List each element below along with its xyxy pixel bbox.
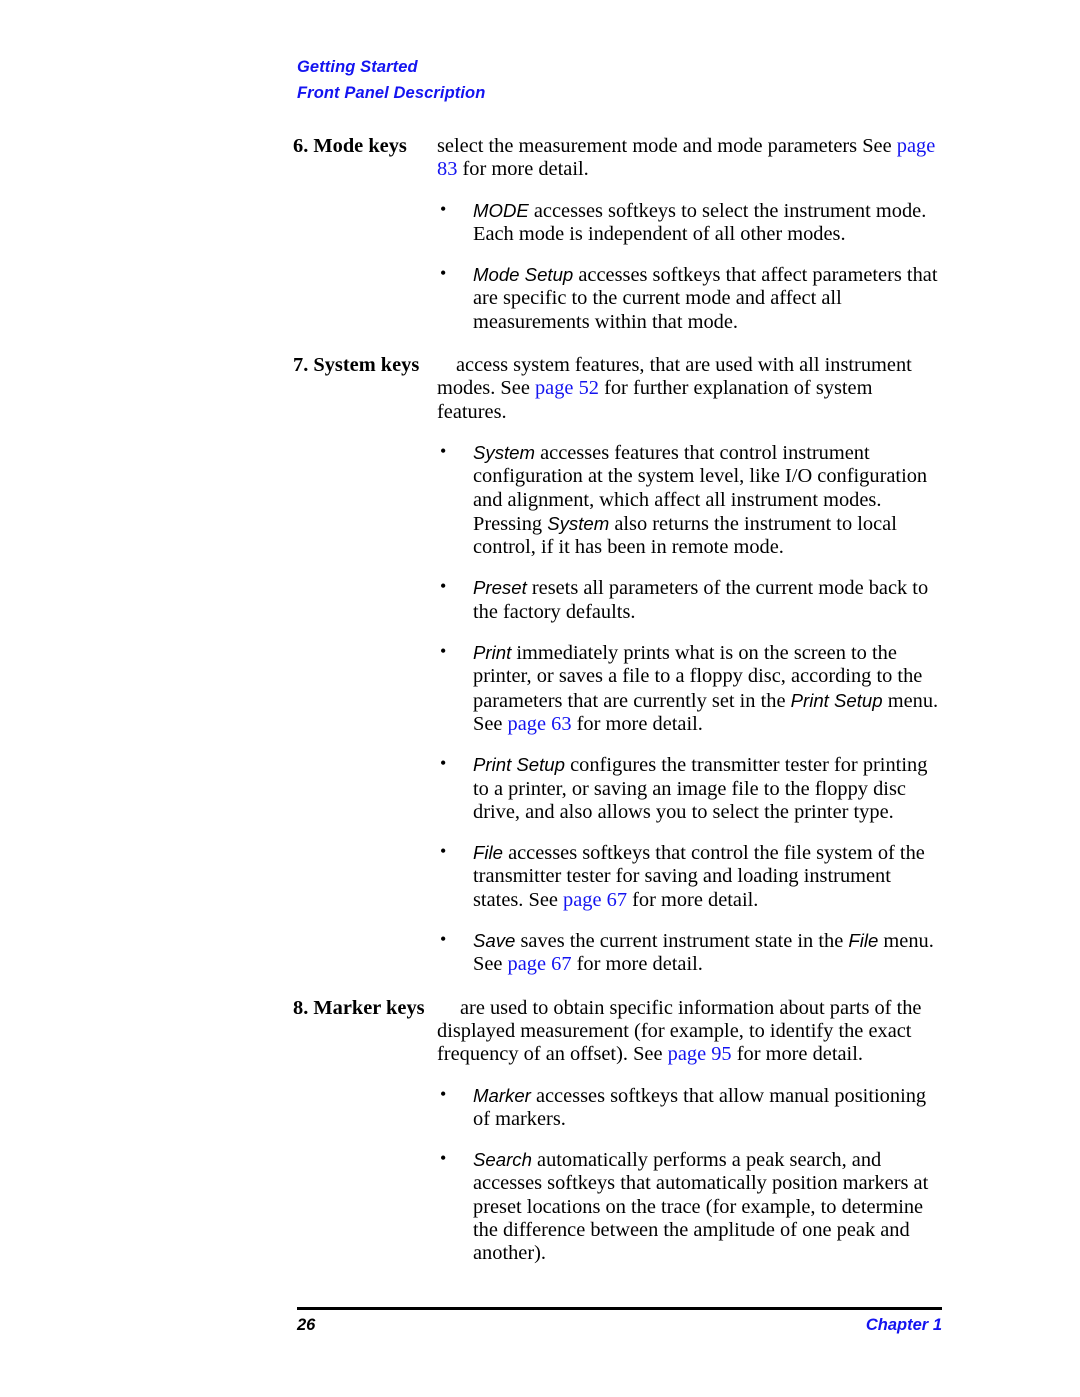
bullet-dot-icon: • bbox=[440, 1083, 447, 1104]
desc-text: select the measurement mode and mode par… bbox=[437, 135, 897, 157]
numbered-item-system-keys: 7. System keys access system features, t… bbox=[293, 354, 943, 424]
bullet-text-tail: for more detail. bbox=[627, 888, 759, 911]
key-name-second: System bbox=[547, 512, 610, 534]
list-item: • MODE accesses softkeys to select the in… bbox=[440, 199, 941, 247]
list-item: • Print Setup configures the transmitter … bbox=[440, 753, 941, 824]
key-name: Save bbox=[473, 930, 516, 952]
bullet-dot-icon: • bbox=[440, 641, 447, 662]
key-name: System bbox=[473, 441, 535, 463]
desc-text-tail: for more detail. bbox=[457, 158, 589, 181]
desc-text-tail: for more detail. bbox=[731, 1043, 863, 1066]
list-item: • Search automatically performs a peak se… bbox=[440, 1148, 941, 1265]
page-link[interactable]: page 63 bbox=[508, 713, 572, 735]
bullet-dot-icon: • bbox=[440, 753, 447, 774]
list-item: • File accesses softkeys that control the… bbox=[440, 841, 941, 912]
key-name: Search bbox=[473, 1149, 532, 1171]
document-page: Getting Started Front Panel Description … bbox=[0, 0, 1080, 1397]
list-item: • Marker accesses softkeys that allow man… bbox=[440, 1084, 941, 1132]
list-item: • Save saves the current instrument state… bbox=[440, 929, 941, 977]
body-column: 6. Mode keys select the measurement mode… bbox=[293, 135, 943, 1266]
numbered-item-mode-keys: 6. Mode keys select the measurement mode… bbox=[293, 135, 943, 182]
footer-page-number: 26 bbox=[297, 1316, 316, 1334]
key-name: Mode Setup bbox=[473, 264, 574, 286]
header-line-section: Getting Started bbox=[297, 58, 418, 76]
bullet-dot-icon: • bbox=[440, 841, 447, 862]
item-description-system-keys: access system features, that are used wi… bbox=[437, 354, 943, 424]
bullet-text: accesses softkeys that allow manual posi… bbox=[473, 1084, 927, 1130]
item-label-mode-keys: 6. Mode keys bbox=[293, 135, 407, 157]
footer-divider bbox=[297, 1307, 942, 1310]
bullet-text: automatically performs a peak search, an… bbox=[473, 1149, 929, 1265]
bullet-text-tail: for more detail. bbox=[571, 712, 703, 735]
key-name: Marker bbox=[473, 1084, 531, 1106]
bullet-dot-icon: • bbox=[440, 440, 447, 461]
bullet-text: resets all parameters of the current mod… bbox=[473, 577, 929, 623]
key-name: Print Setup bbox=[473, 754, 565, 776]
page-link[interactable]: page 67 bbox=[508, 953, 572, 975]
bullet-list-marker-keys: • Marker accesses softkeys that allow man… bbox=[293, 1084, 943, 1266]
item-description-mode-keys: select the measurement mode and mode par… bbox=[437, 135, 943, 182]
key-name: Preset bbox=[473, 577, 527, 599]
page-link[interactable]: page 52 bbox=[535, 377, 599, 399]
bullet-list-system-keys: • System accesses features that control i… bbox=[293, 441, 943, 977]
bullet-text: accesses softkeys to select the instrume… bbox=[473, 199, 927, 245]
bullet-dot-icon: • bbox=[440, 929, 447, 950]
bullet-dot-icon: • bbox=[440, 576, 447, 597]
list-item: • Preset resets all parameters of the cur… bbox=[440, 576, 941, 624]
bullet-text: saves the current instrument state in th… bbox=[515, 930, 849, 953]
list-item: • System accesses features that control i… bbox=[440, 441, 941, 559]
bullet-list-mode-keys: • MODE accesses softkeys to select the in… bbox=[293, 199, 943, 334]
key-name: File bbox=[473, 842, 503, 864]
header-line-subsection: Front Panel Description bbox=[297, 84, 486, 102]
page-link[interactable]: page 95 bbox=[668, 1043, 732, 1065]
page-link[interactable]: page 67 bbox=[563, 889, 627, 911]
key-name: Print bbox=[473, 642, 512, 664]
list-item: • Print immediately prints what is on the… bbox=[440, 641, 941, 736]
bullet-dot-icon: • bbox=[440, 198, 447, 219]
bullet-dot-icon: • bbox=[440, 263, 447, 284]
key-name: MODE bbox=[473, 199, 529, 221]
key-name-second: Print Setup bbox=[790, 689, 883, 711]
numbered-item-marker-keys: 8. Marker keys are used to obtain specif… bbox=[293, 997, 943, 1067]
running-header: Getting Started Front Panel Description bbox=[297, 54, 485, 106]
item-label-system-keys: 7. System keys bbox=[293, 354, 420, 377]
bullet-text-tail: for more detail. bbox=[571, 953, 703, 976]
list-item: • Mode Setup accesses softkeys that affec… bbox=[440, 263, 941, 334]
key-name-second: File bbox=[848, 930, 879, 952]
item-label-marker-keys: 8. Marker keys bbox=[293, 996, 425, 1019]
bullet-dot-icon: • bbox=[440, 1148, 447, 1169]
footer-chapter-label: Chapter 1 bbox=[865, 1316, 942, 1334]
item-description-marker-keys: are used to obtain specific information … bbox=[437, 997, 943, 1067]
